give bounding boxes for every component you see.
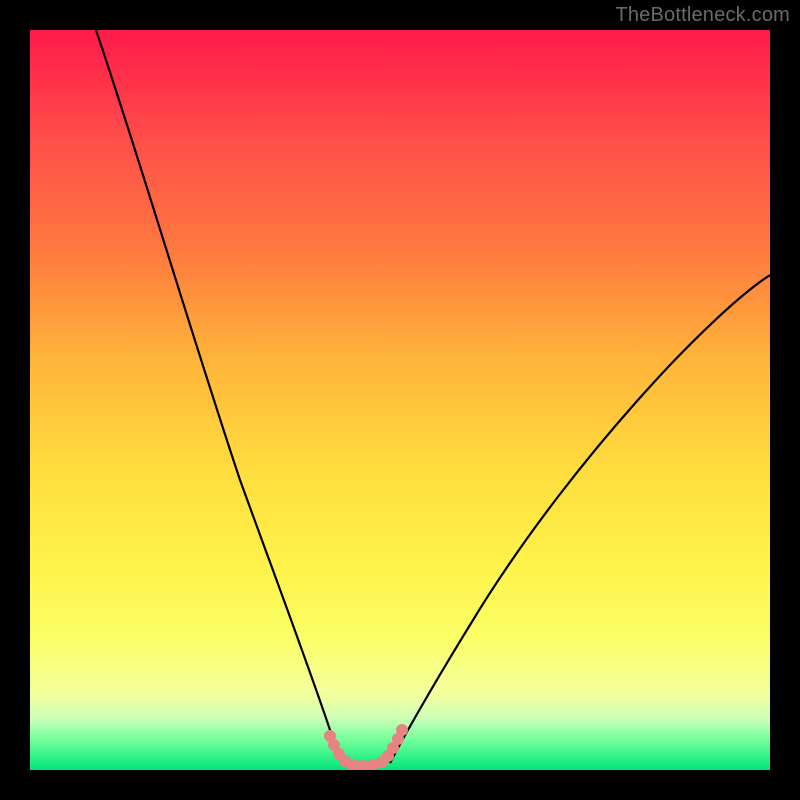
- watermark-text: TheBottleneck.com: [615, 4, 790, 27]
- right-curve: [390, 275, 770, 763]
- bottom-dotted-segment: [324, 724, 408, 770]
- left-curve: [96, 30, 341, 763]
- chart-overlay: [30, 30, 770, 770]
- chart-frame: TheBottleneck.com: [0, 0, 800, 800]
